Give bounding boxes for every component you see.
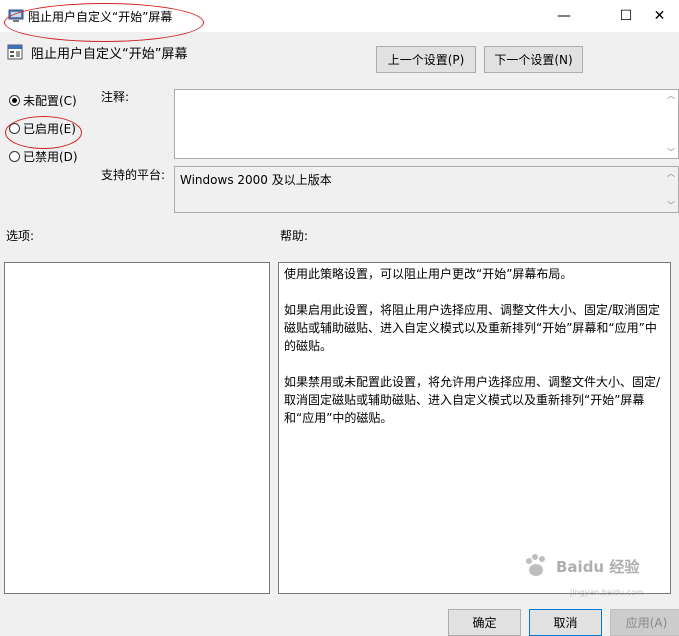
help-section-label: 帮助: <box>280 229 309 243</box>
scroll-down-icon[interactable]: ﹀ <box>667 200 675 211</box>
minimize-button[interactable]: — <box>541 0 587 32</box>
radio-label: 已禁用(D) <box>23 150 78 164</box>
scroll-up-icon[interactable]: ︿ <box>667 168 675 179</box>
comment-textarea[interactable] <box>174 89 679 159</box>
platform-scrollbar[interactable]: ︿ ﹀ <box>665 168 678 211</box>
options-section-label: 选项: <box>6 229 35 243</box>
options-pane <box>4 262 270 594</box>
radio-label: 未配置(C) <box>23 94 77 108</box>
policy-app-icon <box>8 9 24 22</box>
radio-enabled[interactable]: 已启用(E) <box>9 120 76 137</box>
comment-label: 注释: <box>101 90 130 104</box>
radio-circle[interactable] <box>9 151 20 162</box>
setting-icon <box>7 44 23 60</box>
radio-not-configured[interactable]: 未配置(C) <box>9 92 77 109</box>
paw-icon <box>526 554 545 576</box>
help-paragraph: 使用此策略设置，可以阻止用户更改“开始”屏幕布局。 <box>284 267 573 281</box>
scroll-up-icon[interactable]: ︿ <box>667 90 675 101</box>
radio-label: 已启用(E) <box>23 122 76 136</box>
comment-scrollbar[interactable]: ︿ ﹀ <box>665 90 678 158</box>
radio-circle[interactable] <box>9 95 20 106</box>
watermark: Baidu 经验 jingyan.baidu.com <box>522 552 644 597</box>
watermark-subtext: jingyan.baidu.com <box>570 588 644 597</box>
ok-button[interactable]: 确定 <box>448 609 521 636</box>
help-pane: 使用此策略设置，可以阻止用户更改“开始”屏幕布局。 如果启用此设置，将阻止用户选… <box>278 262 671 594</box>
platform-field: Windows 2000 及以上版本 <box>174 166 679 213</box>
setting-title: 阻止用户自定义“开始”屏幕 <box>31 47 188 62</box>
next-setting-button[interactable]: 下一个设置(N) <box>484 46 583 73</box>
radio-disabled[interactable]: 已禁用(D) <box>9 148 78 165</box>
window-title: 阻止用户自定义“开始”屏幕 <box>28 10 173 24</box>
radio-circle[interactable] <box>9 123 20 134</box>
scroll-down-icon[interactable]: ﹀ <box>667 147 675 158</box>
cancel-button[interactable]: 取消 <box>529 609 602 636</box>
close-button[interactable]: ✕ <box>640 0 679 32</box>
help-paragraph: 如果启用此设置，将阻止用户选择应用、调整文件大小、固定/取消固定磁贴或辅助磁贴、… <box>284 303 661 353</box>
platform-label: 支持的平台: <box>101 168 166 182</box>
watermark-text: Baidu 经验 <box>556 557 640 576</box>
previous-setting-button[interactable]: 上一个设置(P) <box>376 46 476 73</box>
apply-button[interactable]: 应用(A) <box>610 609 679 636</box>
help-paragraph: 如果禁用或未配置此设置，将允许用户选择应用、调整文件大小、固定/取消固定磁贴或辅… <box>284 375 661 425</box>
